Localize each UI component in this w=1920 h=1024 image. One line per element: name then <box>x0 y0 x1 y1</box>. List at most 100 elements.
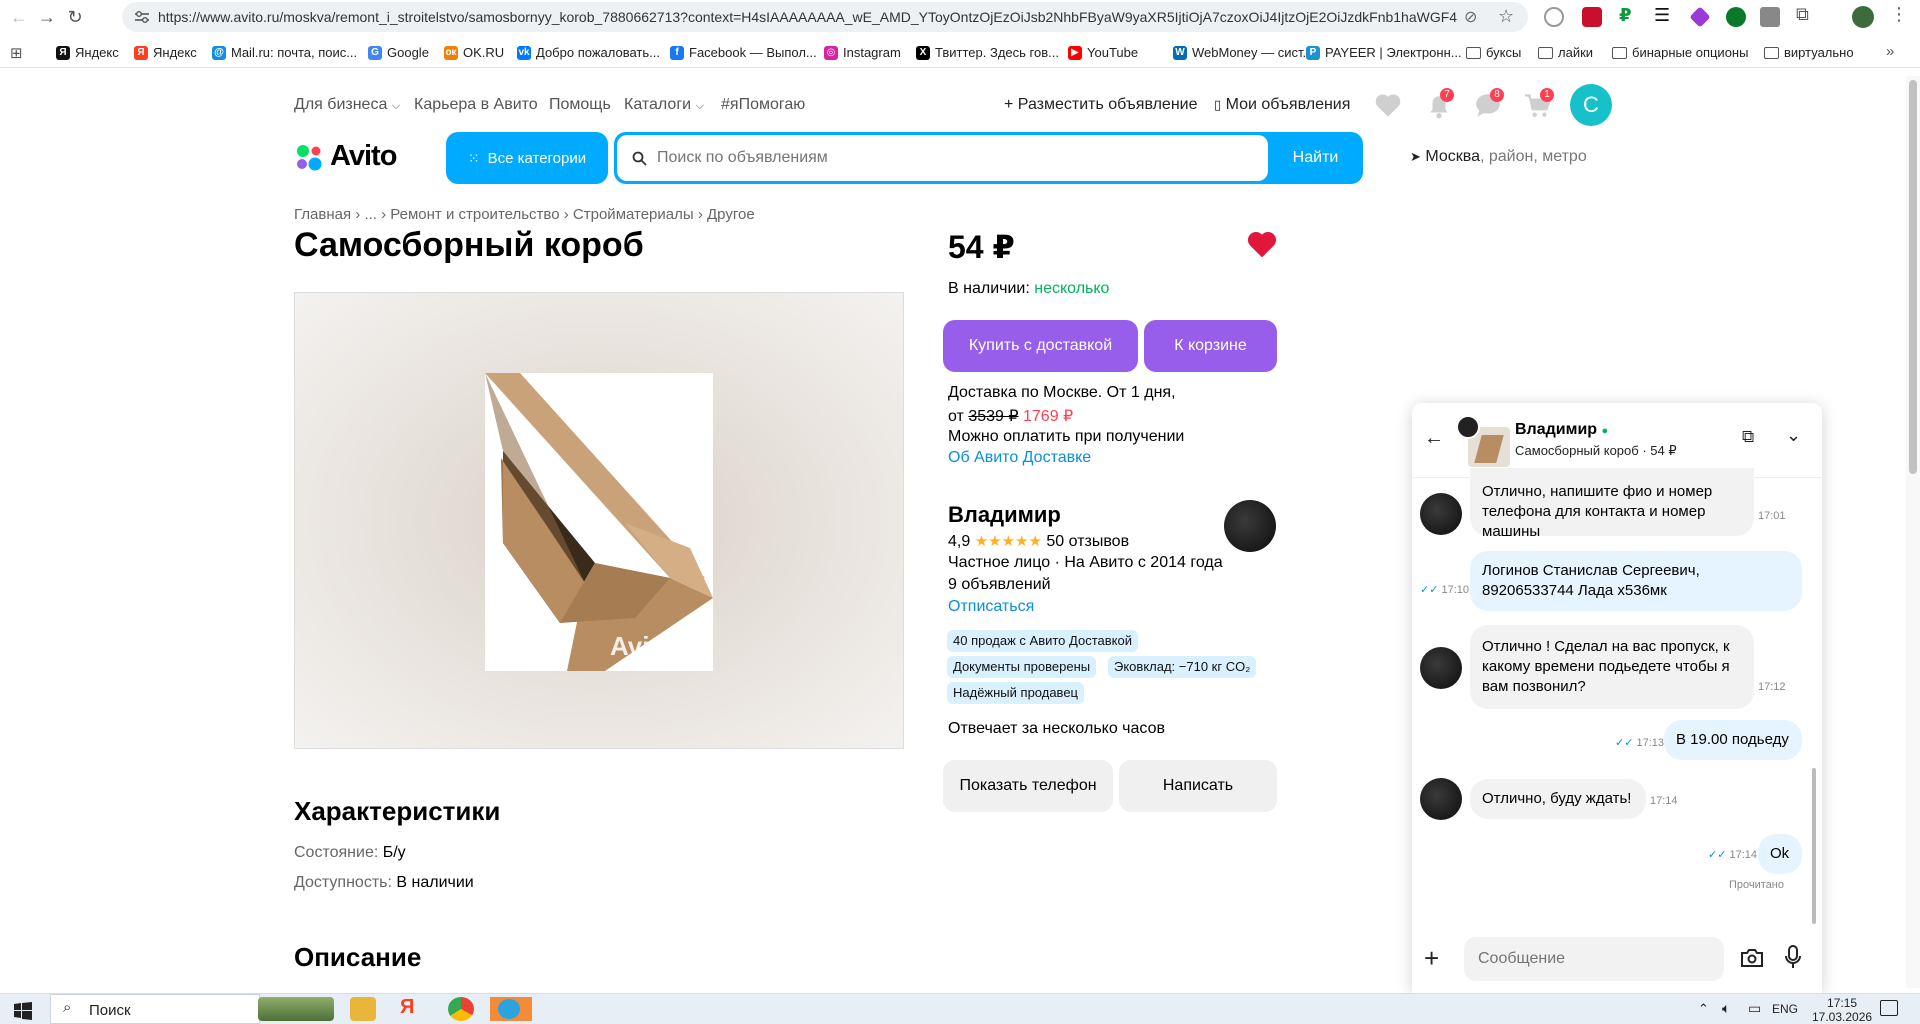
extension-green-icon[interactable] <box>1726 7 1746 27</box>
extension-ruble-icon[interactable]: ₽ <box>1619 5 1632 26</box>
telegram-icon[interactable] <box>490 997 532 1021</box>
seller-avatar[interactable] <box>1224 500 1276 552</box>
seller-name[interactable]: Владимир <box>948 502 1061 528</box>
bookmark-folder[interactable]: виртуально <box>1764 45 1854 60</box>
bookmark-item[interactable]: ◎ Instagram <box>824 45 901 60</box>
link-business[interactable]: Для бизнеса ⌵ <box>294 96 400 114</box>
bookmark-folder[interactable]: бинарные опционы <box>1612 45 1748 60</box>
chrome-icon[interactable] <box>448 997 474 1021</box>
site-settings-icon[interactable] <box>134 10 150 24</box>
attach-plus-icon[interactable]: + <box>1424 945 1439 971</box>
page-scrollbar[interactable] <box>1906 76 1920 988</box>
collapse-chevron-icon[interactable]: ⌄ <box>1786 425 1801 446</box>
extension-se-icon[interactable] <box>1582 7 1602 27</box>
avito-logo[interactable]: Avito <box>294 140 397 173</box>
message-outgoing: Ok <box>1758 834 1802 874</box>
my-ads-link[interactable]: ▯ Мои объявления <box>1214 96 1350 114</box>
about-delivery-link[interactable]: Об Авито Доставке <box>948 449 1091 467</box>
all-categories-button[interactable]: ⁙ Все категории <box>446 132 608 184</box>
bookmark-item[interactable]: ▶ YouTube <box>1068 45 1138 60</box>
unsubscribe-link[interactable]: Отписаться <box>948 598 1034 616</box>
extension-globe-icon[interactable] <box>1544 7 1564 27</box>
bookmark-label: бинарные опционы <box>1632 45 1749 60</box>
more-bookmarks-icon[interactable]: » <box>1886 43 1894 60</box>
reload-icon[interactable]: ↻ <box>62 4 88 30</box>
search-icon: ⌕ <box>63 999 72 1016</box>
link-catalogs[interactable]: Каталоги ⌵ <box>624 96 704 114</box>
breadcrumb-repair[interactable]: Ремонт и строительство <box>390 206 559 223</box>
seller-ads-count[interactable]: 9 объявлений <box>948 576 1051 594</box>
breadcrumb-home[interactable]: Главная <box>294 206 351 223</box>
search-button[interactable]: Найти <box>1268 132 1363 184</box>
message-input[interactable] <box>1464 937 1724 981</box>
bookmark-item[interactable]: Я Яндекс <box>134 45 197 60</box>
clock[interactable]: 17:15 17.03.2026 <box>1812 996 1872 1024</box>
user-avatar[interactable]: С <box>1570 84 1612 126</box>
chat-scrollbar[interactable] <box>1812 768 1816 924</box>
product-photo[interactable]: Avito <box>294 292 904 749</box>
bookmark-item[interactable]: W WebMoney — сист... <box>1173 45 1313 60</box>
menu-dots-icon[interactable]: ⋮ <box>1890 4 1908 25</box>
network-icon[interactable]: ▭ <box>1748 1000 1761 1017</box>
bookmark-label: Google <box>387 45 429 60</box>
bookmark-item[interactable]: f Facebook — Выпол... <box>670 45 817 60</box>
breadcrumb-materials[interactable]: Стройматериалы <box>573 206 694 223</box>
location-arrow-icon: ➤ <box>1410 149 1421 164</box>
language-indicator[interactable]: ENG <box>1772 1002 1798 1016</box>
bookmark-folder[interactable]: буксы <box>1466 45 1521 60</box>
buy-with-delivery-button[interactable]: Купить с доставкой <box>943 320 1138 372</box>
location-selector[interactable]: ➤ Москва, район, метро <box>1410 148 1587 166</box>
bookmark-item[interactable]: Я Яндекс <box>56 45 119 60</box>
apps-grid-icon[interactable]: ⊞ <box>10 44 23 62</box>
bookmark-item[interactable]: vk Добро пожаловать... <box>517 45 660 60</box>
reviews-link[interactable]: 50 отзывов <box>1046 533 1129 550</box>
taskbar-search-box[interactable]: ⌕ Поиск <box>50 994 260 1024</box>
favorites-heart-icon[interactable] <box>1374 92 1402 118</box>
bookmark-item[interactable]: G Google <box>368 45 429 60</box>
search-icon <box>632 151 647 166</box>
yandex-browser-icon[interactable]: Я <box>400 996 414 1019</box>
bookmark-item[interactable]: X Твиттер. Здесь гов... <box>916 45 1059 60</box>
write-button[interactable]: Написать <box>1119 760 1277 812</box>
notification-center-icon[interactable] <box>1880 1000 1898 1016</box>
forward-arrow-icon[interactable]: → <box>34 4 60 30</box>
bookmark-folder[interactable]: лайки <box>1538 45 1593 60</box>
camera-icon[interactable] <box>1740 947 1764 969</box>
folder-icon <box>1764 46 1779 59</box>
windows-start-icon[interactable] <box>14 1002 32 1020</box>
address-bar[interactable]: https://www.avito.ru/moskva/remont_i_str… <box>122 2 1528 32</box>
microphone-icon[interactable] <box>1784 945 1802 969</box>
bookmark-star-icon[interactable]: ☆ <box>1498 6 1514 27</box>
favicon-icon: vk <box>517 45 531 60</box>
avito-watermark: Avito <box>610 631 675 661</box>
link-help[interactable]: Помощь <box>549 96 611 114</box>
tray-chevron-icon[interactable]: ⌃ <box>1698 1001 1709 1017</box>
description-heading: Описание <box>294 942 422 972</box>
add-to-favorites-heart-icon[interactable] <box>1246 228 1278 260</box>
add-to-cart-button[interactable]: К корзине <box>1144 320 1277 372</box>
back-arrow-icon[interactable]: ← <box>6 4 32 30</box>
bookmark-item[interactable]: ок OK.RU <box>444 45 504 60</box>
back-arrow-icon[interactable]: ← <box>1424 427 1444 450</box>
open-external-icon[interactable]: ⧉ <box>1742 427 1754 447</box>
bookmark-label: YouTube <box>1087 45 1139 60</box>
breadcrumb-ellipsis[interactable]: ... <box>364 206 377 223</box>
extension-gem-icon[interactable] <box>1689 6 1711 28</box>
search-highlights-icon[interactable] <box>258 997 334 1021</box>
volume-icon[interactable]: 🔈︎ <box>1722 1000 1730 1017</box>
eye-off-icon[interactable]: ⊘ <box>1464 7 1477 27</box>
extension-list-icon[interactable]: ☰ <box>1654 5 1670 26</box>
link-ya-pomogayu[interactable]: #яПомогаю <box>721 96 805 114</box>
page-scrollbar-thumb[interactable] <box>1909 80 1917 474</box>
show-phone-button[interactable]: Показать телефон <box>943 760 1113 812</box>
breadcrumb-other[interactable]: Другое <box>707 206 755 223</box>
search-input[interactable] <box>617 135 1268 181</box>
bookmark-item[interactable]: @ Mail.ru: почта, поис... <box>212 45 357 60</box>
bookmark-item[interactable]: P PAYEER | Электронн... <box>1306 45 1462 60</box>
file-explorer-icon[interactable] <box>350 997 376 1021</box>
link-career[interactable]: Карьера в Авито <box>414 96 538 114</box>
extension-box-icon[interactable] <box>1760 7 1780 27</box>
post-ad-link[interactable]: + Разместить объявление <box>1004 96 1198 114</box>
extensions-puzzle-icon[interactable]: ⧉ <box>1796 4 1809 25</box>
profile-avatar-icon[interactable] <box>1852 6 1874 28</box>
